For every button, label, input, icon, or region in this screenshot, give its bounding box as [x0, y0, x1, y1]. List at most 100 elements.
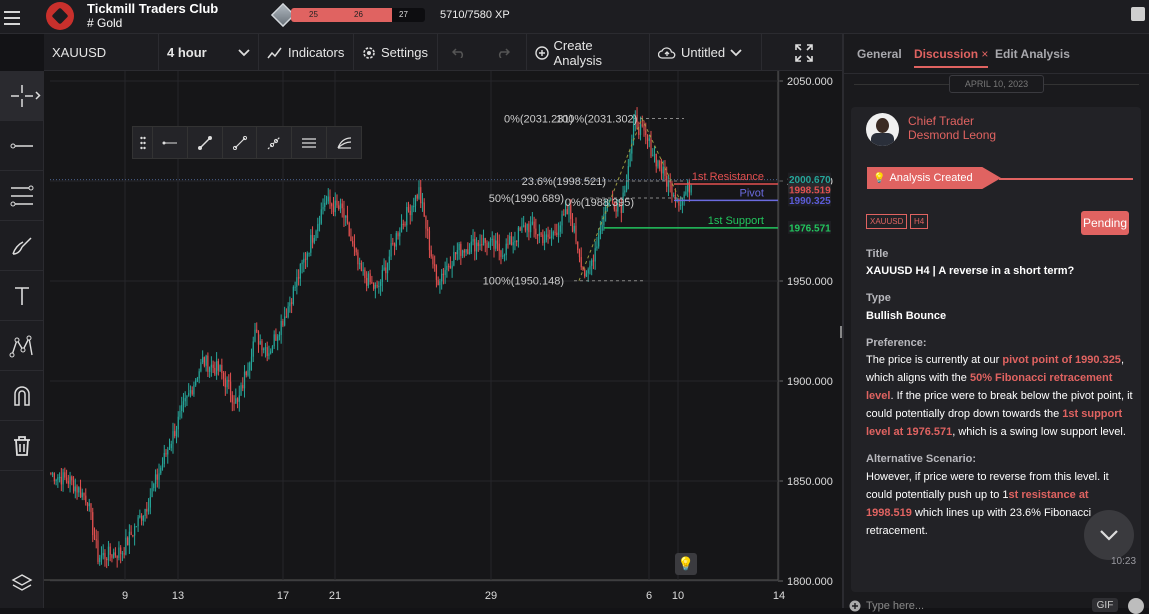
candle-body [421, 202, 424, 204]
candle-body [123, 553, 125, 555]
candle-body [632, 124, 635, 140]
tab-edit-analysis[interactable]: Edit Analysis [995, 47, 1070, 61]
candle-body [381, 269, 383, 282]
crosshair-tool[interactable] [0, 71, 44, 121]
candle-body [591, 260, 593, 266]
redo-button[interactable] [479, 34, 527, 71]
candle-body [71, 476, 73, 481]
xp-text: 5710/7580 XP [440, 9, 510, 21]
fullscreen-button[interactable] [784, 34, 824, 71]
candle-body [573, 225, 575, 232]
candle-body [114, 552, 117, 556]
gif-button[interactable]: GIF [1092, 598, 1118, 612]
candle-body [282, 321, 284, 326]
fibonacci-tool[interactable] [0, 171, 44, 221]
extended-line-icon[interactable] [257, 127, 293, 158]
fib-label: 100%(2031.302) [556, 114, 637, 126]
candle-body [441, 273, 443, 282]
candle-body [376, 284, 378, 287]
candle-body [245, 371, 247, 376]
candle-body [653, 153, 656, 156]
tab-general[interactable]: General [857, 47, 902, 61]
candle-body [247, 370, 249, 376]
brush-tool[interactable] [0, 221, 44, 271]
avatar[interactable] [866, 113, 899, 146]
candle-body [121, 553, 124, 555]
candle-body [291, 302, 293, 304]
layers-tool[interactable] [0, 558, 44, 608]
text-icon [15, 286, 29, 305]
pattern-tool[interactable] [0, 321, 44, 371]
close-tab-icon[interactable]: × [981, 47, 988, 61]
candle-body [90, 503, 92, 513]
undo-button[interactable] [438, 34, 479, 71]
candle-body [120, 547, 122, 554]
parallel-channel-icon[interactable] [292, 127, 328, 158]
date-divider-left [854, 84, 949, 85]
lightbulb-icon[interactable]: 💡 [675, 553, 697, 575]
text-tool[interactable] [0, 271, 44, 321]
candle-body [236, 398, 239, 402]
candle-body [638, 129, 640, 135]
timeframe-selector[interactable]: 4 hour [159, 34, 259, 71]
candle-body [217, 361, 219, 371]
candle-body [92, 512, 94, 536]
horizontal-ray-icon[interactable] [153, 127, 188, 158]
candle-body [191, 390, 193, 395]
candle-body [352, 241, 354, 244]
candle-body [624, 190, 626, 193]
x-tick-label: 14 [773, 590, 785, 602]
candle-body [468, 251, 471, 255]
trend-line-icon[interactable] [188, 127, 223, 158]
candle-body [167, 449, 169, 455]
candle-body [100, 555, 103, 558]
hamburger-menu-icon[interactable] [4, 7, 20, 27]
candle-body [488, 242, 490, 248]
candle-body [437, 279, 439, 286]
candle-body [667, 180, 670, 187]
plus-circle-icon[interactable] [849, 600, 861, 612]
message-input[interactable]: Type here... [866, 600, 924, 612]
delete-drawings-tool[interactable] [0, 421, 44, 471]
trend-line-tool[interactable] [0, 121, 44, 171]
candle-body [364, 269, 366, 278]
candle-body [528, 223, 530, 233]
xp-level-current: 25 [309, 10, 318, 19]
candle-body [446, 265, 448, 271]
tab-discussion[interactable]: Discussion × [914, 47, 989, 68]
settings-button[interactable]: Settings [354, 34, 438, 71]
scroll-down-button[interactable] [1084, 510, 1134, 560]
candle-body [336, 200, 338, 206]
indicators-button[interactable]: Indicators [259, 34, 354, 71]
candle-body [659, 160, 661, 169]
candle-body [72, 480, 75, 492]
candle-body [144, 509, 146, 516]
y-tick-label: 2050.000 [787, 76, 833, 88]
emoji-icon[interactable] [1128, 598, 1144, 614]
candle-body [76, 486, 78, 493]
candle-body [210, 364, 212, 368]
candle-body [399, 232, 401, 237]
candle-body [533, 221, 535, 229]
candle-body [198, 371, 200, 379]
candle-body [292, 286, 294, 304]
author-name[interactable]: Desmond Leong [908, 128, 996, 142]
undo-icon [451, 47, 463, 58]
candle-body [524, 225, 527, 231]
candle-body [430, 250, 432, 257]
fib-label: 50%(1990.689) [489, 193, 564, 205]
candle-body [674, 195, 677, 200]
candle-body [284, 316, 286, 326]
symbol-selector[interactable]: XAUUSD [44, 34, 159, 71]
candle-body [214, 367, 216, 375]
drag-handle-icon[interactable] [133, 127, 153, 158]
candle-body [271, 346, 274, 352]
line-segment-icon[interactable] [223, 127, 258, 158]
fib-fan-icon[interactable] [327, 127, 361, 158]
candle-body [147, 507, 150, 512]
settings-sliders-icon[interactable] [1131, 7, 1145, 21]
layout-name-selector[interactable]: Untitled [650, 34, 762, 71]
magnet-tool[interactable] [0, 371, 44, 421]
create-analysis-button[interactable]: Create Analysis [527, 34, 650, 71]
redo-icon [498, 47, 510, 58]
